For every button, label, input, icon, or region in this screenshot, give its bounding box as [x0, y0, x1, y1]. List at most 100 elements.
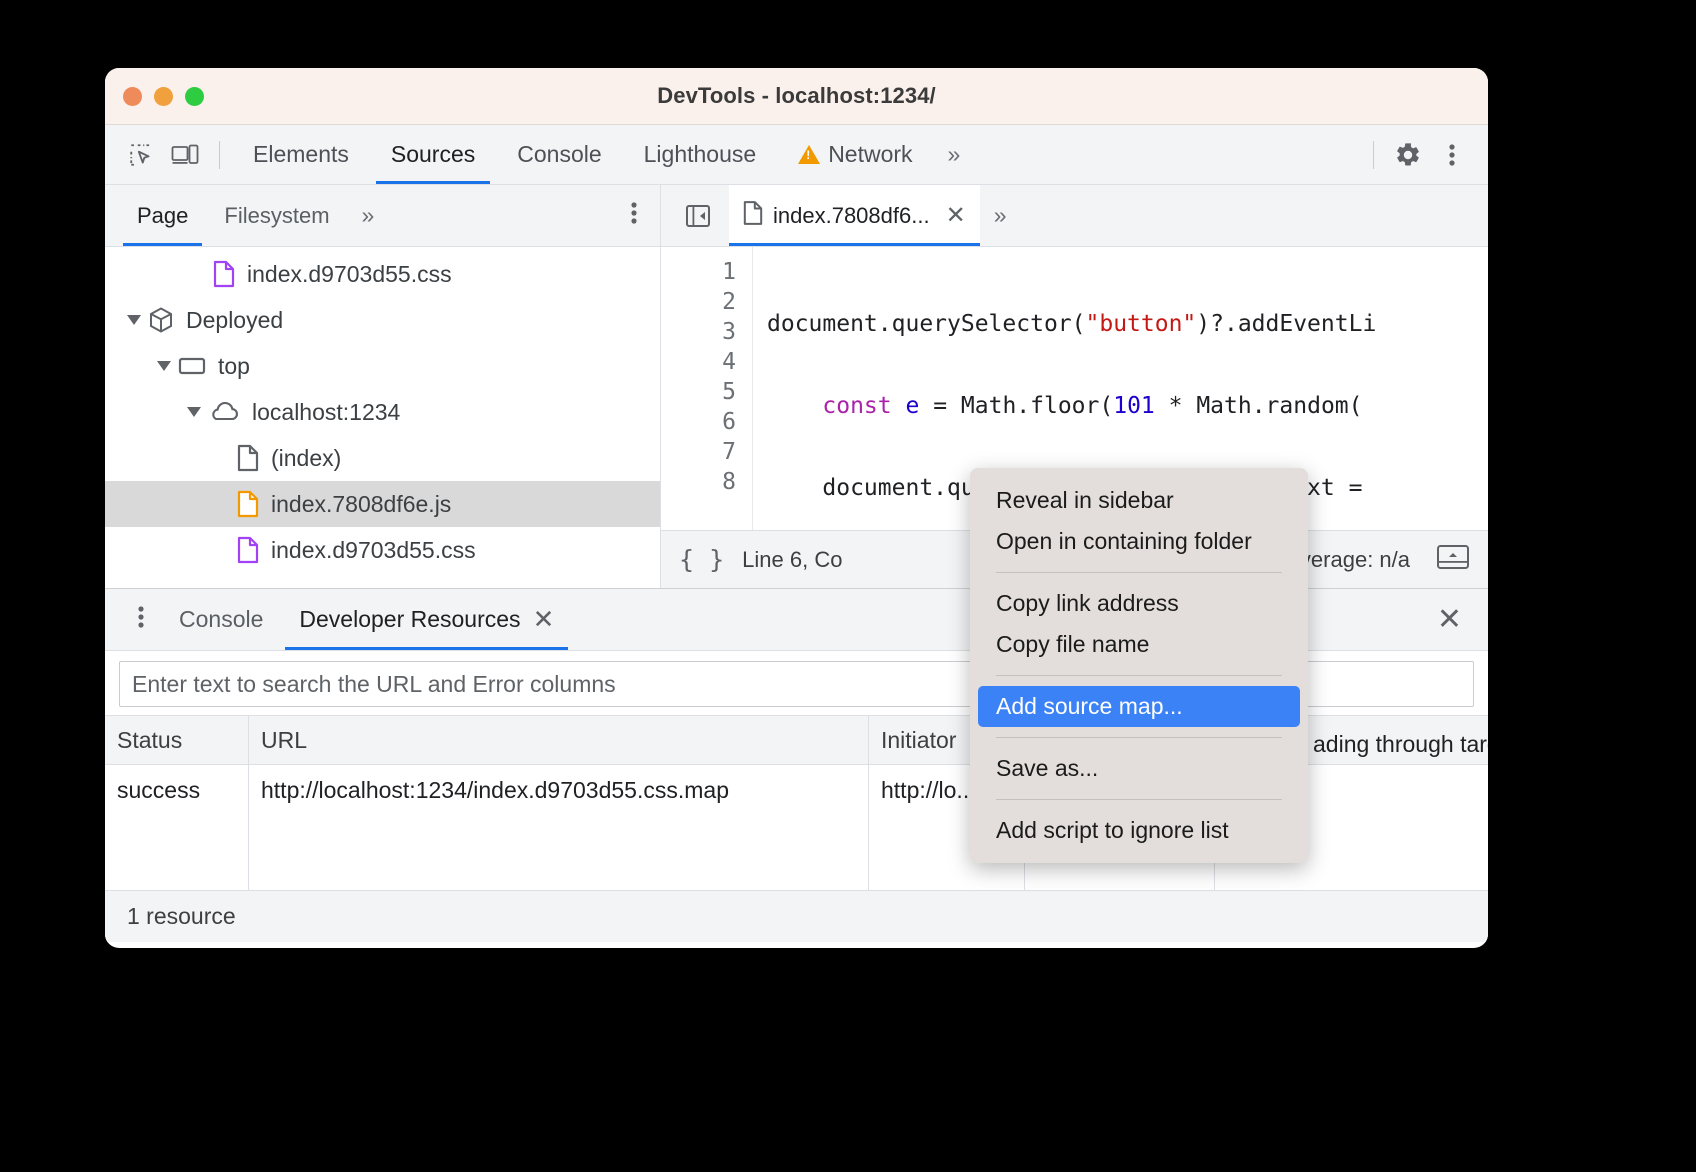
toolbar-divider-right: [1373, 141, 1374, 169]
chevron-down-icon[interactable]: [187, 407, 201, 417]
tree-item-label: Deployed: [186, 307, 283, 334]
line-number: 2: [661, 287, 736, 317]
filler-url: [249, 815, 869, 890]
screenshot-root: DevTools - localhost:1234/ Elem: [0, 0, 1696, 1172]
navigator-tabs-overflow-icon[interactable]: »: [348, 202, 386, 229]
window-title: DevTools - localhost:1234/: [105, 83, 1488, 109]
context-menu-item-copy-link-address[interactable]: Copy link address: [970, 583, 1308, 624]
tree-item-label: localhost:1234: [252, 399, 400, 426]
context-menu-separator: [996, 737, 1282, 738]
line-number: 7: [661, 437, 736, 467]
navigator-tab-list: Page Filesystem »: [105, 185, 660, 247]
tree-item-label: top: [218, 353, 250, 380]
tab-sources-label: Sources: [391, 141, 475, 168]
context-menu-item-copy-file-name[interactable]: Copy file name: [970, 624, 1308, 665]
line-number: 5: [661, 377, 736, 407]
navigator-pane: Page Filesystem »: [105, 185, 661, 588]
tab-network-label: Network: [828, 141, 912, 168]
line-number: 8: [661, 467, 736, 497]
drawer-status-bar: 1 resource: [105, 890, 1488, 942]
gear-icon[interactable]: [1386, 133, 1430, 177]
drawer-tab-developer-resources[interactable]: Developer Resources ✕: [281, 589, 572, 650]
css-file-icon: [213, 260, 235, 288]
loading-through-target-text: ading through target: [1313, 731, 1488, 758]
js-file-icon: [237, 490, 259, 518]
tree-item-label: index.d9703d55.css: [247, 261, 452, 288]
drawer-close-icon[interactable]: ✕: [1437, 602, 1488, 637]
tab-network[interactable]: Network: [777, 125, 933, 184]
context-menu-separator: [996, 572, 1282, 573]
tab-console[interactable]: Console: [496, 125, 622, 184]
editor-tab-label: index.7808df6...: [773, 203, 930, 229]
tree-item-index-css[interactable]: index.d9703d55.css: [105, 527, 660, 573]
kebab-menu-icon[interactable]: [1430, 133, 1474, 177]
drawer-tab-developer-resources-label: Developer Resources: [299, 606, 520, 633]
devtools-toolbar: Elements Sources Console Lighthouse Netw…: [105, 125, 1488, 185]
column-header-url[interactable]: URL: [249, 716, 869, 764]
toolbar-right-group: [1361, 133, 1474, 177]
close-icon[interactable]: ✕: [533, 604, 555, 635]
device-toolbar-icon[interactable]: [163, 133, 207, 177]
cell-status: success: [105, 765, 249, 815]
js-file-icon: [743, 200, 763, 232]
code-line-2: const e = Math.floor(101 * Math.random(: [767, 391, 1488, 421]
context-menu-item-reveal-in-sidebar[interactable]: Reveal in sidebar: [970, 480, 1308, 521]
tree-item-top[interactable]: top: [105, 343, 660, 389]
editor-tab-list: index.7808df6... ✕ »: [661, 185, 1488, 247]
tab-lighthouse[interactable]: Lighthouse: [623, 125, 778, 184]
close-icon[interactable]: ✕: [946, 201, 966, 230]
toolbar-divider: [219, 141, 220, 169]
navigator-tab-filesystem-label: Filesystem: [224, 203, 329, 229]
context-menu-item-add-source-map[interactable]: Add source map...: [978, 686, 1300, 727]
format-braces-icon[interactable]: { }: [679, 545, 724, 574]
navigator-tab-filesystem[interactable]: Filesystem: [206, 185, 347, 246]
css-file-icon: [237, 536, 259, 564]
navigator-file-tree: index.d9703d55.css Deployed: [105, 247, 660, 588]
navigator-kebab-menu-icon[interactable]: [630, 199, 660, 232]
tree-item-index[interactable]: (index): [105, 435, 660, 481]
tab-lighthouse-label: Lighthouse: [644, 141, 757, 168]
chevron-down-icon[interactable]: [157, 361, 171, 371]
tab-sources[interactable]: Sources: [370, 125, 496, 184]
tree-item-label: index.d9703d55.css: [271, 537, 476, 564]
navigator-tab-page[interactable]: Page: [119, 185, 206, 246]
devtools-window: DevTools - localhost:1234/ Elem: [105, 68, 1488, 948]
context-menu-item-add-script-to-ignore-list[interactable]: Add script to ignore list: [970, 810, 1308, 851]
context-menu: Reveal in sidebar Open in containing fol…: [970, 468, 1308, 863]
context-menu-item-open-in-containing-folder[interactable]: Open in containing folder: [970, 521, 1308, 562]
drawer-tab-console-label: Console: [179, 606, 263, 633]
cloud-icon: [208, 400, 240, 424]
tree-item-label: index.7808df6e.js: [271, 491, 451, 518]
cursor-position-label: Line 6, Co: [742, 547, 842, 573]
tree-item-index-js[interactable]: index.7808df6e.js: [105, 481, 660, 527]
document-file-icon: [237, 444, 259, 472]
close-drawer-icon[interactable]: [1436, 543, 1470, 577]
tab-elements-label: Elements: [253, 141, 349, 168]
context-menu-separator: [996, 799, 1282, 800]
code-line-1: document.querySelector("button")?.addEve…: [767, 309, 1488, 339]
drawer-kebab-menu-icon[interactable]: [121, 603, 161, 636]
inspect-element-icon[interactable]: [119, 133, 163, 177]
panel-tabs-overflow-icon[interactable]: »: [934, 141, 972, 168]
tree-item-label: (index): [271, 445, 341, 472]
tree-item-css-top[interactable]: index.d9703d55.css: [105, 251, 660, 297]
show-navigator-icon[interactable]: [673, 194, 723, 238]
editor-tabs-overflow-icon[interactable]: »: [980, 202, 1018, 229]
warning-triangle-icon: [798, 145, 820, 164]
context-menu-item-save-as[interactable]: Save as...: [970, 748, 1308, 789]
package-icon: [148, 306, 174, 334]
line-number: 3: [661, 317, 736, 347]
navigator-tab-page-label: Page: [137, 203, 188, 229]
line-number: 1: [661, 257, 736, 287]
tree-item-localhost[interactable]: localhost:1234: [105, 389, 660, 435]
chevron-down-icon[interactable]: [127, 315, 141, 325]
line-number-gutter: 1 2 3 4 5 6 7 8: [661, 247, 753, 530]
frame-icon: [178, 354, 206, 378]
tab-elements[interactable]: Elements: [232, 125, 370, 184]
tree-item-deployed[interactable]: Deployed: [105, 297, 660, 343]
editor-tab-index-js[interactable]: index.7808df6... ✕: [729, 185, 980, 246]
cell-url: http://localhost:1234/index.d9703d55.css…: [249, 765, 869, 815]
tab-console-label: Console: [517, 141, 601, 168]
column-header-status[interactable]: Status: [105, 716, 249, 764]
drawer-tab-console[interactable]: Console: [161, 589, 281, 650]
